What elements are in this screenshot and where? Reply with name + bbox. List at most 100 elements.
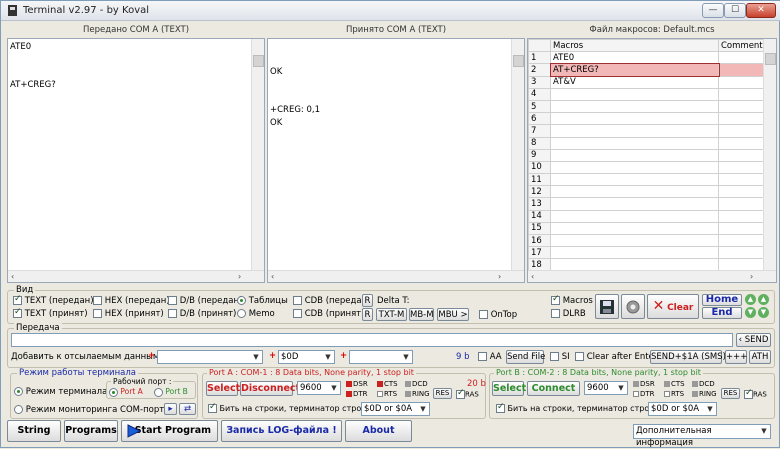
arrow-up-icon[interactable]: ▲ <box>758 294 769 305</box>
cdb-recv-check[interactable]: CDB (принят) <box>293 309 364 319</box>
port-a-split-check[interactable]: Бить на строки, терминатор строки: <box>208 402 374 413</box>
maximize-button[interactable]: ☐ <box>724 3 746 18</box>
scroll-left-icon[interactable]: ‹ <box>11 272 14 281</box>
macro-row[interactable]: 15 <box>528 221 771 236</box>
append-combo-1[interactable]: ▼ <box>157 350 263 364</box>
comment-cell[interactable] <box>717 197 771 211</box>
comment-cell[interactable] <box>717 246 771 260</box>
plus3-button[interactable]: +++ <box>725 350 747 364</box>
macro-cell[interactable] <box>550 99 719 114</box>
text-sent-check[interactable]: TEXT (передан) <box>13 294 94 306</box>
send-file-button[interactable]: Send File <box>506 350 545 364</box>
scroll-thumb[interactable] <box>765 53 776 65</box>
comment-cell[interactable] <box>717 112 771 126</box>
scroll-right-icon[interactable]: › <box>238 272 241 281</box>
macro-row[interactable]: 16 <box>528 233 771 248</box>
macro-row[interactable]: 9 <box>528 148 771 162</box>
append-combo-3[interactable]: ▼ <box>349 350 413 364</box>
save-button[interactable] <box>595 294 619 319</box>
start-program-button[interactable]: Start Program <box>121 420 218 442</box>
port-a-term-combo[interactable]: $0D or $0A ▼ <box>361 402 430 416</box>
macros-check[interactable]: Macros <box>551 294 593 306</box>
comment-cell[interactable] <box>717 173 771 187</box>
port-a-connect-button[interactable]: Disconnect <box>240 381 300 396</box>
macro-row[interactable]: 10 <box>528 160 771 175</box>
text-recv-check[interactable]: TEXT (принят) <box>13 307 88 319</box>
macro-hscroll[interactable]: ‹ › <box>528 270 776 282</box>
port-b-select-button[interactable]: Select <box>492 381 526 396</box>
close-button[interactable]: ✕ <box>746 3 776 18</box>
comment-cell[interactable] <box>717 148 771 162</box>
macro-row[interactable]: 14 <box>528 209 771 223</box>
macro-cell[interactable] <box>550 124 719 138</box>
string-button[interactable]: String <box>7 420 61 442</box>
db-recv-check[interactable]: D/B (принят) <box>168 309 236 319</box>
scroll-thumb[interactable] <box>253 55 264 67</box>
about-button[interactable]: About <box>345 420 412 442</box>
macro-cell[interactable] <box>550 209 719 223</box>
comment-cell[interactable] <box>717 51 771 65</box>
scroll-left-icon[interactable]: ‹ <box>271 272 274 281</box>
macro-row[interactable]: 6 <box>528 112 771 126</box>
hex-sent-check[interactable]: HEX (передан) <box>93 296 170 306</box>
recv-hscroll[interactable]: ‹ › <box>268 270 524 282</box>
macro-cell[interactable] <box>550 136 719 150</box>
send-input[interactable] <box>11 333 733 347</box>
comment-cell[interactable] <box>717 75 771 89</box>
monitor-mode-radio[interactable]: Режим мониторинга COM-портов <box>14 405 174 415</box>
port-a-ras-check[interactable]: RAS <box>456 388 479 399</box>
scroll-right-icon[interactable]: › <box>750 272 753 281</box>
macro-row[interactable]: 1 ATE0 <box>528 51 771 65</box>
r-button-2[interactable]: R <box>362 308 373 321</box>
info-combo[interactable]: Дополнительная информация ▼ <box>633 424 771 448</box>
clear-button[interactable]: ✕ Clear <box>647 294 699 319</box>
dlrb-check[interactable]: DLRB <box>551 309 586 319</box>
minimize-button[interactable]: — <box>702 3 724 18</box>
settings-button[interactable] <box>621 294 645 319</box>
macro-row[interactable]: 2 AT+CREG? <box>528 62 771 78</box>
macro-grid[interactable]: Macros Comments 1 ATE0 2 AT+CREG? 3 AT&V 4 5 6 7 8… <box>527 38 777 283</box>
arrow-down-icon[interactable]: ▼ <box>745 307 756 318</box>
append-combo-2[interactable]: $0D ▼ <box>278 350 335 364</box>
macro-row[interactable]: 8 <box>528 136 771 150</box>
scroll-thumb[interactable] <box>513 55 524 67</box>
port-a-radio[interactable]: Port A <box>109 387 143 397</box>
home-button[interactable]: Home <box>702 294 742 306</box>
port-b-dtr[interactable]: DTR <box>633 390 655 398</box>
macro-cell[interactable] <box>550 112 719 126</box>
port-b-radio[interactable]: Port B <box>154 387 188 397</box>
macro-cell[interactable] <box>550 233 719 248</box>
hex-recv-check[interactable]: HEX (принят) <box>93 309 164 319</box>
end-button[interactable]: End <box>702 307 742 319</box>
port-b-res-button[interactable]: RES <box>721 388 740 399</box>
recv-vscroll[interactable] <box>511 39 524 270</box>
txt-m-button[interactable]: TXT-M <box>376 308 407 321</box>
port-a-res-button[interactable]: RES <box>433 388 452 399</box>
port-b-ras-check[interactable]: RAS <box>744 388 767 399</box>
macro-cell[interactable] <box>550 160 719 175</box>
port-b-split-check[interactable]: Бить на строки, терминатор строки: <box>496 402 662 413</box>
play-button[interactable]: ▸ <box>164 403 177 415</box>
sent-text-area[interactable]: ATE0 AT+CREG? ‹ › <box>7 38 265 283</box>
send-sms-button[interactable]: SEND+$1A (SMS) <box>650 350 726 364</box>
tables-radio[interactable]: Таблицы <box>237 296 288 306</box>
comment-cell[interactable] <box>717 136 771 150</box>
port-b-connect-button[interactable]: Connect <box>527 381 580 396</box>
cdb-sent-check[interactable]: CDB (передан) <box>293 296 370 306</box>
log-button[interactable]: Запись LOG-файла ! <box>221 420 342 442</box>
port-b-baud-combo[interactable]: 9600 ▼ <box>584 381 628 395</box>
r-button-1[interactable]: R <box>362 294 373 307</box>
db-sent-check[interactable]: D/B (передан) <box>168 296 242 306</box>
macro-cell[interactable] <box>550 173 719 187</box>
macro-row[interactable]: 13 <box>528 197 771 211</box>
mb-m-button[interactable]: MB-M <box>409 308 434 321</box>
port-b-rts[interactable]: RTS <box>664 390 684 398</box>
comment-cell[interactable] <box>717 160 771 175</box>
terminal-mode-radio[interactable]: Режим терминала <box>14 387 107 397</box>
macro-row[interactable]: 3 AT&V <box>528 75 771 89</box>
comment-cell[interactable] <box>717 185 771 199</box>
macro-cell[interactable] <box>550 246 719 260</box>
send-button[interactable]: ‹ SEND <box>736 333 771 347</box>
comment-cell[interactable] <box>717 221 771 236</box>
aa-check[interactable]: AA <box>478 352 502 362</box>
